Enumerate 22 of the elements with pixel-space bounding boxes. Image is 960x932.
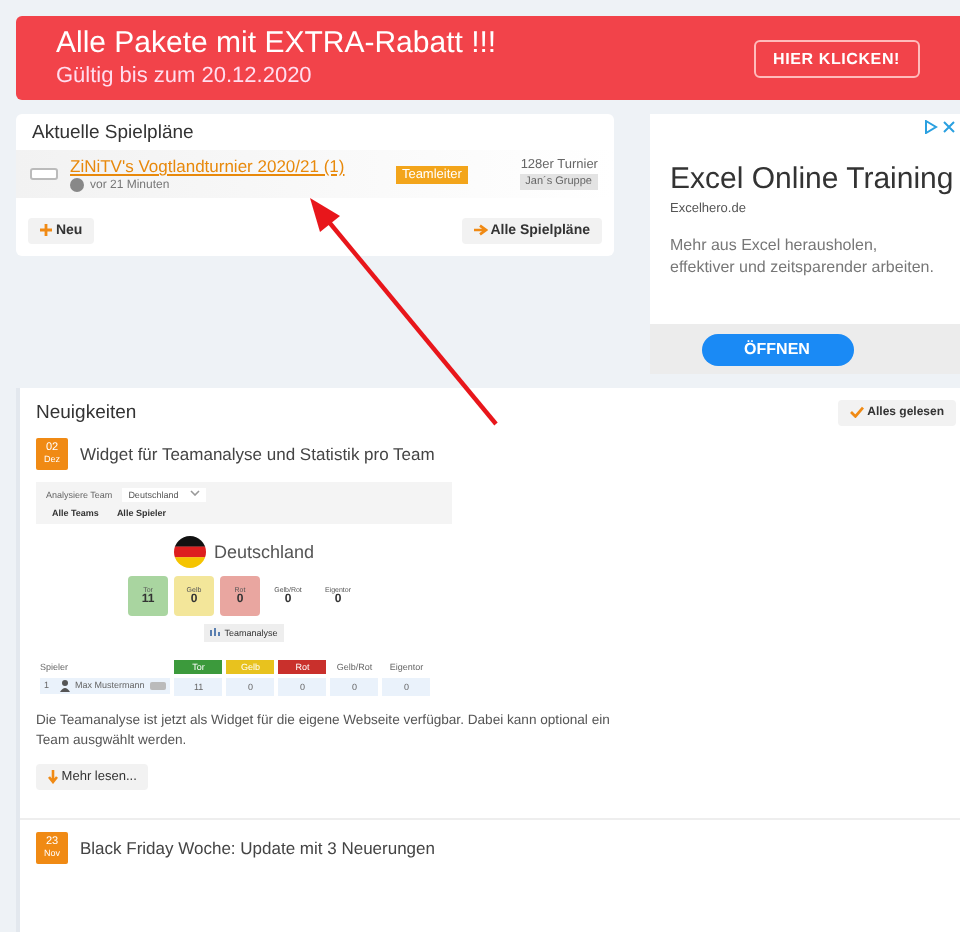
ad-text: Mehr aus Excel herausholen, effektiver und zeitsparender arbeiten. xyxy=(670,234,936,278)
caret-icon xyxy=(190,489,201,496)
card-title: Aktuelle Spielpläne xyxy=(30,122,196,144)
check-icon xyxy=(850,406,865,418)
plus-icon xyxy=(40,224,52,237)
clock-icon xyxy=(70,178,84,192)
team-name: Deutschland xyxy=(213,541,315,562)
open-button[interactable]: ÖFFNEN xyxy=(701,333,853,365)
arrow-right-icon xyxy=(473,224,488,237)
ad-choices-icon[interactable] xyxy=(924,120,956,134)
flag-icon xyxy=(173,535,206,568)
promo-subtitle: Gültig bis zum 20.12.2020 xyxy=(56,62,314,90)
ad-title: Excel Online Training xyxy=(670,162,956,196)
chart-icon xyxy=(210,628,221,637)
person-icon xyxy=(59,679,70,692)
promo-button[interactable]: HIER KLICKEN! xyxy=(753,39,920,77)
arrow-down-icon xyxy=(48,769,58,784)
news-title[interactable]: Widget für Teamanalyse und Statistik pro Team xyxy=(80,443,435,464)
news-title[interactable]: Black Friday Woche: Update mit 3 Neuerungen xyxy=(80,837,435,858)
promo-title: Alle Pakete mit EXTRA-Rabatt !!! xyxy=(56,26,497,62)
player-badge xyxy=(150,681,167,690)
card-title: Neuigkeiten xyxy=(34,401,139,424)
